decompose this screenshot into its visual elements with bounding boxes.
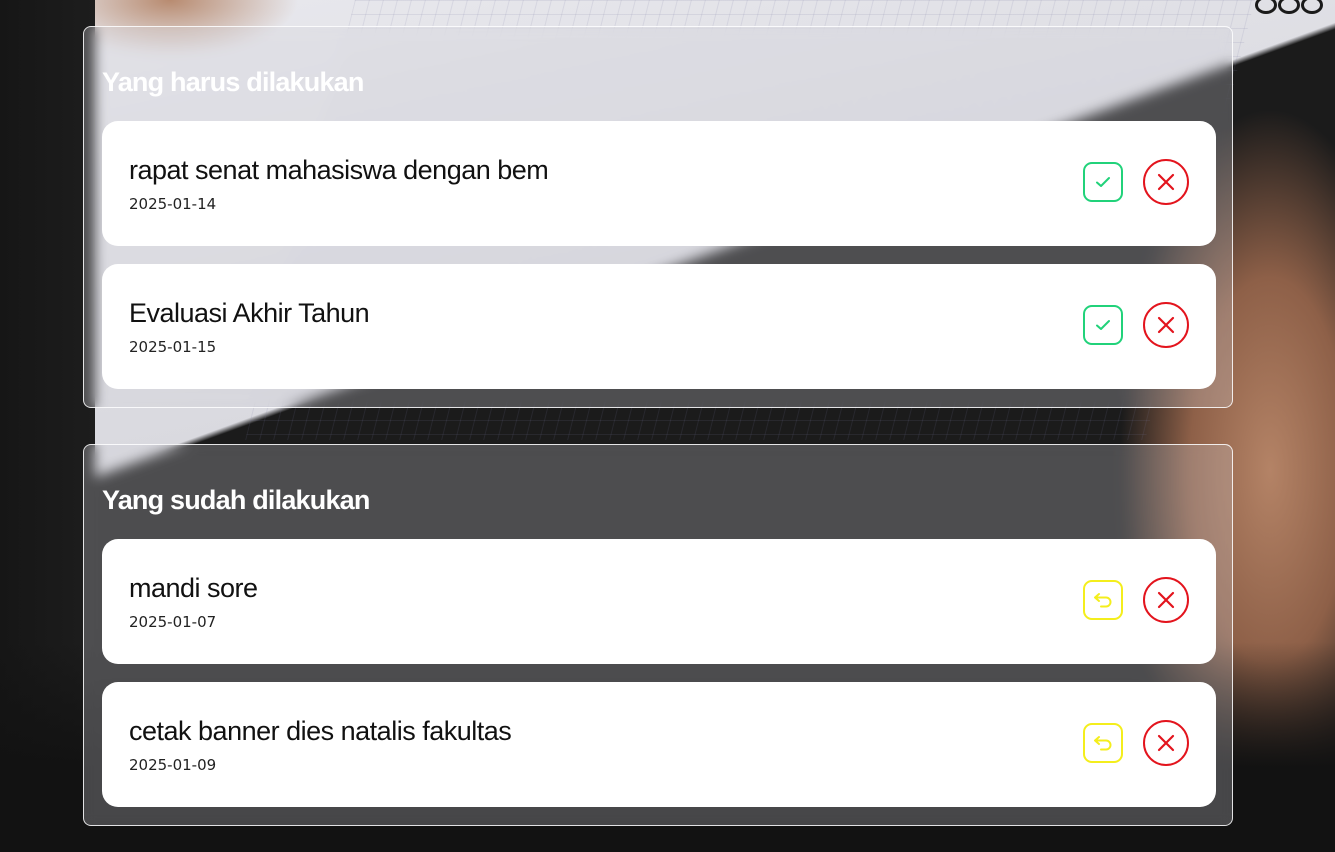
undo-icon — [1094, 593, 1112, 608]
close-icon — [1157, 316, 1175, 334]
delete-button[interactable] — [1143, 720, 1189, 766]
todo-heading: Yang harus dilakukan — [102, 67, 364, 97]
delete-button[interactable] — [1143, 159, 1189, 205]
check-icon — [1096, 177, 1110, 187]
task-title: cetak banner dies natalis fakultas — [129, 716, 512, 746]
close-icon — [1157, 173, 1175, 191]
done-heading: Yang sudah dilakukan — [102, 485, 370, 515]
mark-done-button[interactable] — [1083, 162, 1123, 202]
task-card: rapat senat mahasiswa dengan bem 2025-01… — [102, 121, 1216, 246]
task-date: 2025-01-15 — [129, 338, 217, 356]
task-card: cetak banner dies natalis fakultas 2025-… — [102, 682, 1216, 807]
check-icon — [1096, 320, 1110, 330]
done-section: Yang sudah dilakukan mandi sore 2025-01-… — [83, 444, 1233, 826]
task-title: Evaluasi Akhir Tahun — [129, 298, 370, 328]
todo-section: Yang harus dilakukan rapat senat mahasis… — [83, 26, 1233, 408]
task-card: Evaluasi Akhir Tahun 2025-01-15 — [102, 264, 1216, 389]
undo-icon — [1094, 736, 1112, 751]
task-date: 2025-01-14 — [129, 195, 217, 213]
undo-button[interactable] — [1083, 580, 1123, 620]
task-title: rapat senat mahasiswa dengan bem — [129, 155, 549, 185]
mark-done-button[interactable] — [1083, 305, 1123, 345]
close-icon — [1157, 734, 1175, 752]
task-date: 2025-01-09 — [129, 756, 217, 774]
undo-button[interactable] — [1083, 723, 1123, 763]
task-title: mandi sore — [129, 573, 258, 603]
delete-button[interactable] — [1143, 302, 1189, 348]
close-icon — [1157, 591, 1175, 609]
task-date: 2025-01-07 — [129, 613, 217, 631]
task-card: mandi sore 2025-01-07 — [102, 539, 1216, 664]
delete-button[interactable] — [1143, 577, 1189, 623]
